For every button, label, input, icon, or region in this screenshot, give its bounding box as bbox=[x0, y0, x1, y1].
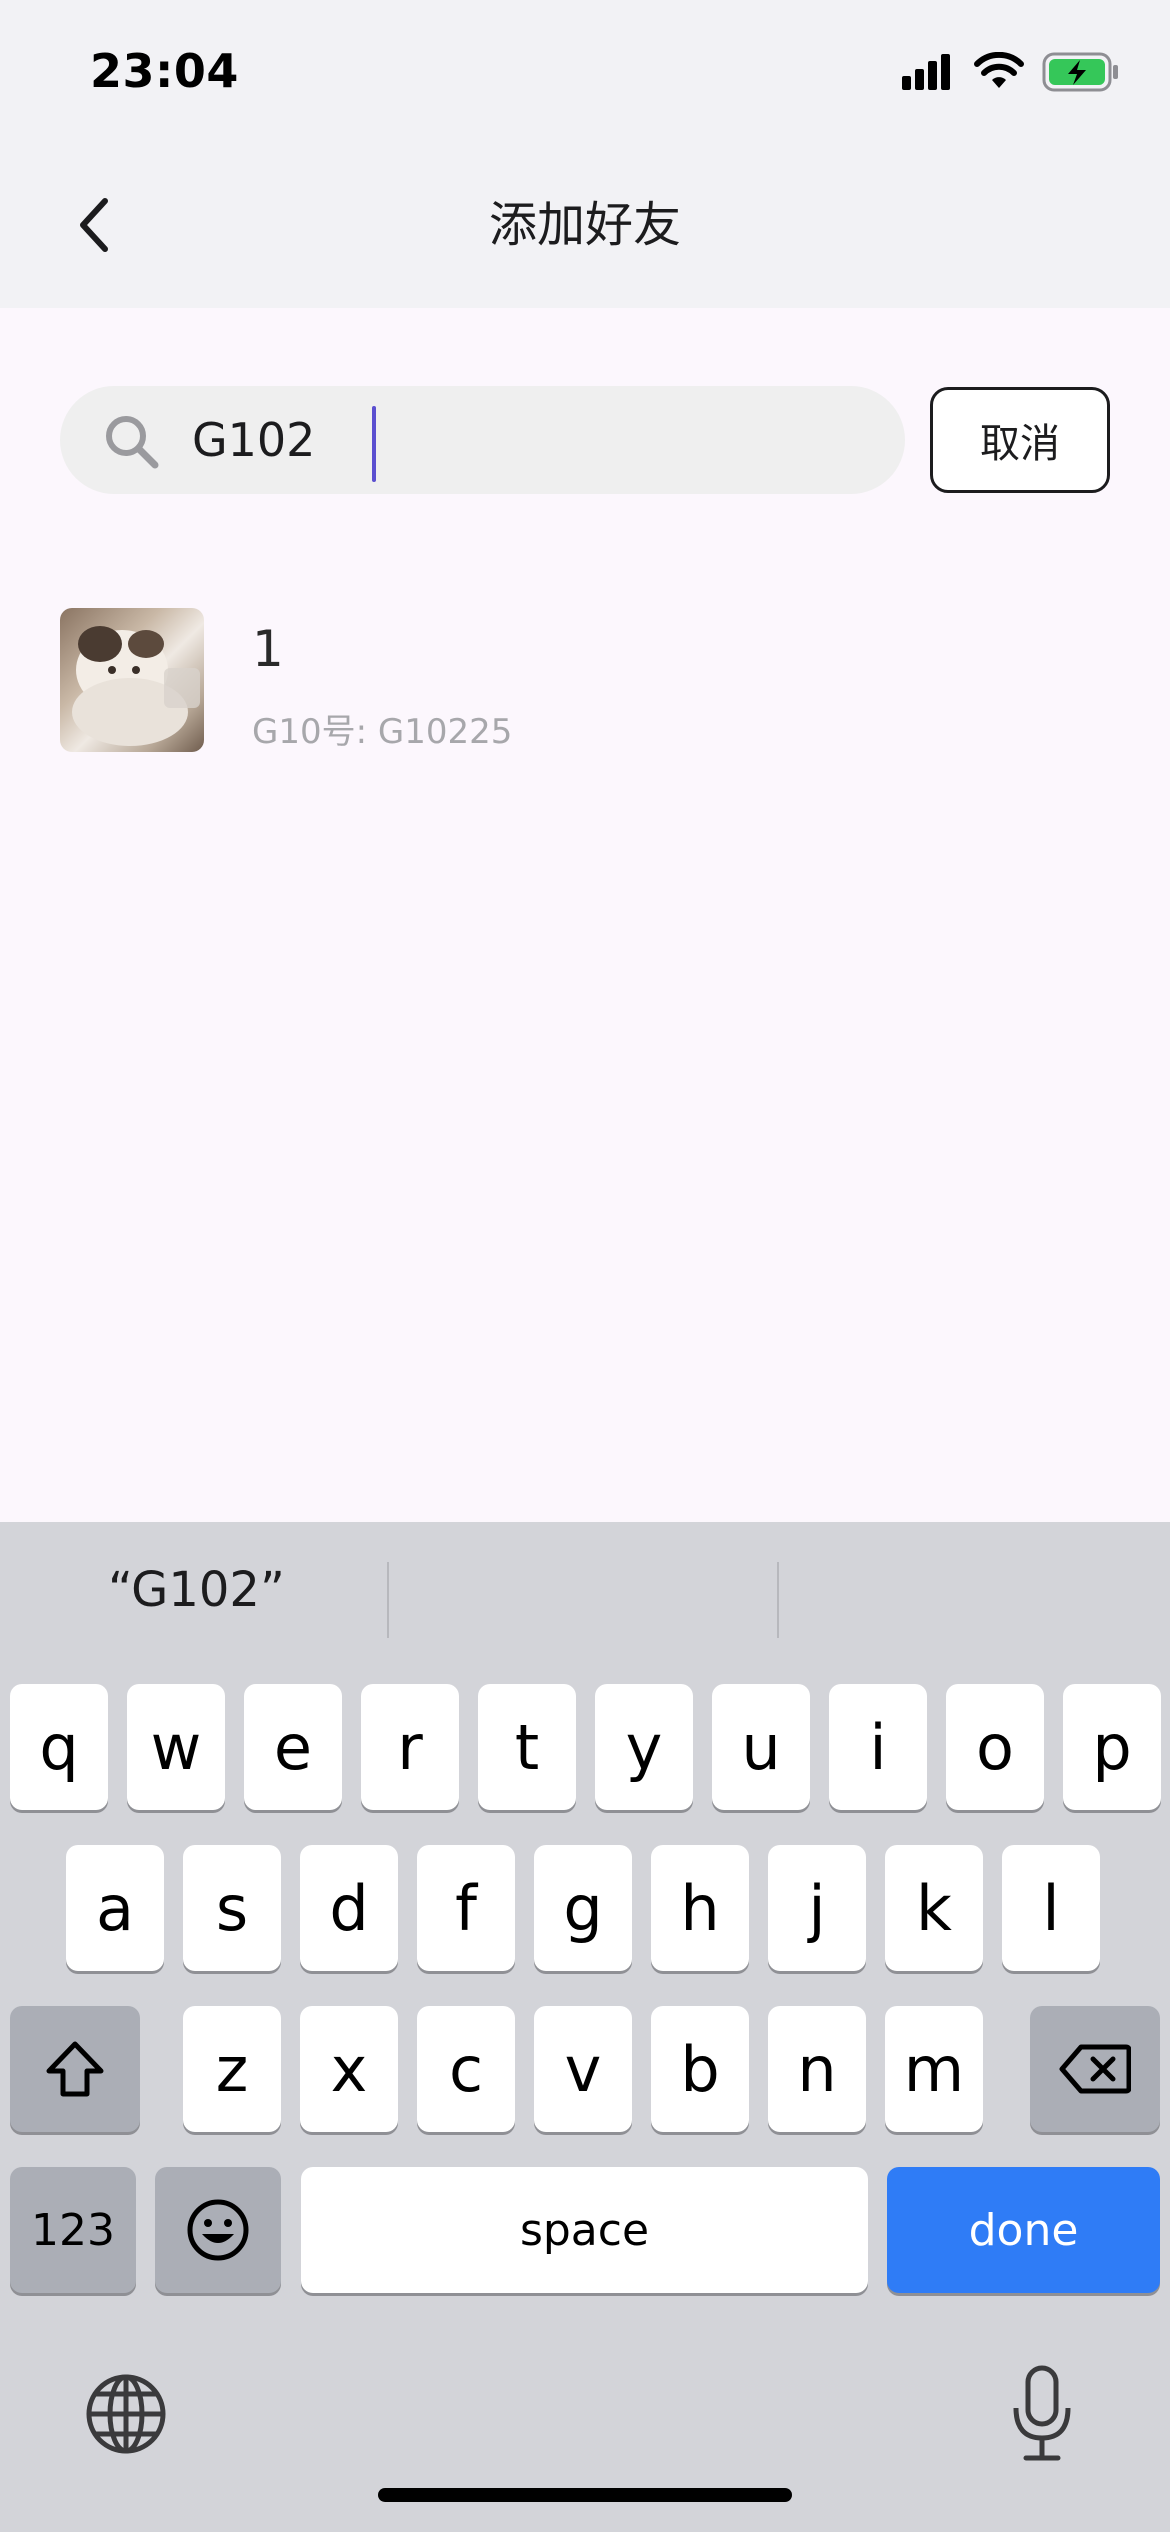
delete-key[interactable] bbox=[1030, 2006, 1160, 2132]
search-input[interactable] bbox=[192, 404, 872, 476]
key-x[interactable]: x bbox=[300, 2006, 398, 2132]
suggestion-item[interactable]: “G102” bbox=[108, 1562, 285, 1618]
shift-key[interactable] bbox=[10, 2006, 140, 2132]
battery-charging-icon bbox=[1042, 52, 1118, 92]
key-m[interactable]: m bbox=[885, 2006, 983, 2132]
key-l[interactable]: l bbox=[1002, 1845, 1100, 1971]
key-k[interactable]: k bbox=[885, 1845, 983, 1971]
status-bar: 23:04 bbox=[0, 0, 1170, 140]
home-indicator bbox=[378, 2488, 792, 2502]
result-id: G10号: G10225 bbox=[252, 712, 513, 752]
avatar-photo bbox=[72, 626, 200, 746]
search-icon bbox=[106, 416, 159, 469]
key-d[interactable]: d bbox=[300, 1845, 398, 1971]
key-e[interactable]: e bbox=[244, 1684, 342, 1810]
space-key[interactable]: space bbox=[301, 2167, 868, 2293]
result-name: 1 bbox=[252, 620, 284, 678]
avatar bbox=[60, 608, 204, 752]
key-y[interactable]: y bbox=[595, 1684, 693, 1810]
page-title: 添加好友 bbox=[488, 197, 681, 253]
key-r[interactable]: r bbox=[361, 1684, 459, 1810]
key-b[interactable]: b bbox=[651, 2006, 749, 2132]
cellular-signal-icon bbox=[902, 54, 950, 90]
key-s[interactable]: s bbox=[183, 1845, 281, 1971]
key-p[interactable]: p bbox=[1063, 1684, 1161, 1810]
text-caret bbox=[372, 406, 376, 482]
globe-icon[interactable] bbox=[84, 2372, 168, 2456]
status-time: 23:04 bbox=[90, 44, 239, 98]
numbers-key[interactable]: 123 bbox=[10, 2167, 136, 2293]
suggestion-bar: “G102” bbox=[0, 1522, 1170, 1672]
suggestion-divider bbox=[387, 1562, 389, 1638]
search-result-item[interactable]: 1 G10号: G10225 bbox=[60, 608, 1110, 754]
key-j[interactable]: j bbox=[768, 1845, 866, 1971]
emoji-key[interactable] bbox=[155, 2167, 281, 2293]
emoji-icon bbox=[187, 2199, 249, 2261]
microphone-icon[interactable] bbox=[1008, 2364, 1076, 2464]
navigation-bar: 添加好友 bbox=[0, 140, 1170, 308]
key-z[interactable]: z bbox=[183, 2006, 281, 2132]
screen: 23:04 添加好友 G102 取消 1 G10号: G10225 “G102”… bbox=[0, 0, 1170, 2532]
key-h[interactable]: h bbox=[651, 1845, 749, 1971]
key-a[interactable]: a bbox=[66, 1845, 164, 1971]
done-key[interactable]: done bbox=[887, 2167, 1160, 2293]
key-f[interactable]: f bbox=[417, 1845, 515, 1971]
suggestion-divider bbox=[777, 1562, 779, 1638]
cancel-button[interactable]: 取消 bbox=[930, 387, 1110, 493]
key-t[interactable]: t bbox=[478, 1684, 576, 1810]
shift-arrow-icon bbox=[46, 2041, 104, 2097]
key-q[interactable]: q bbox=[10, 1684, 108, 1810]
key-v[interactable]: v bbox=[534, 2006, 632, 2132]
key-w[interactable]: w bbox=[127, 1684, 225, 1810]
key-i[interactable]: i bbox=[829, 1684, 927, 1810]
wifi-icon bbox=[974, 52, 1024, 88]
keyboard: “G102” q w e r t y u i o p a s d f g h j… bbox=[0, 1522, 1170, 2532]
key-g[interactable]: g bbox=[534, 1845, 632, 1971]
key-u[interactable]: u bbox=[712, 1684, 810, 1810]
key-n[interactable]: n bbox=[768, 2006, 866, 2132]
key-c[interactable]: c bbox=[417, 2006, 515, 2132]
search-box[interactable] bbox=[60, 386, 905, 494]
status-icons bbox=[900, 50, 1120, 94]
backspace-icon bbox=[1059, 2044, 1131, 2094]
key-o[interactable]: o bbox=[946, 1684, 1044, 1810]
